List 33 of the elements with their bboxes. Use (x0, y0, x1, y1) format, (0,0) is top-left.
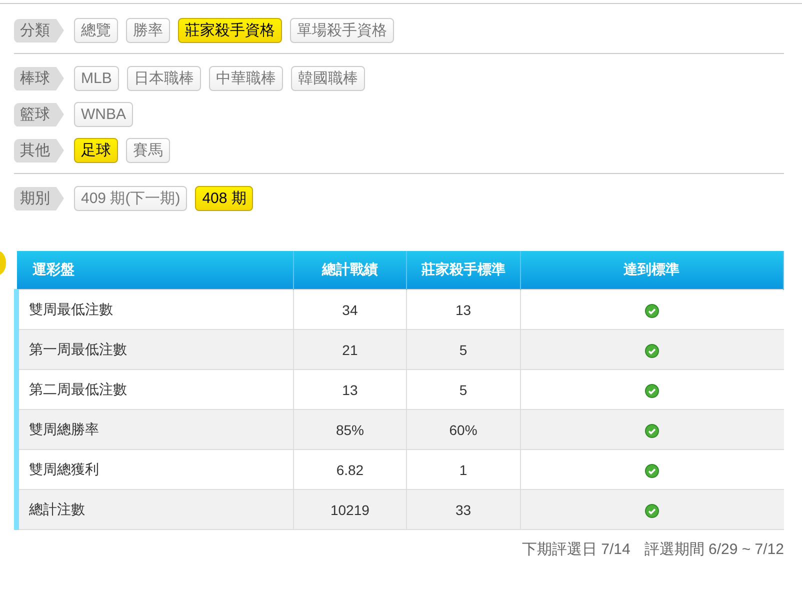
column-header: 總計戰績 (294, 251, 407, 290)
filter-option[interactable]: WNBA (74, 102, 133, 127)
filter-option[interactable]: 409 期(下一期) (74, 186, 188, 211)
next-date-text: 下期評選日 7/14 (522, 540, 630, 559)
filter-option[interactable]: 中華職棒 (208, 66, 283, 91)
filter-option[interactable]: 足球 (74, 138, 118, 163)
filter-option[interactable]: 韓國職棒 (290, 66, 365, 91)
filter-option[interactable]: 408 期 (195, 186, 254, 211)
column-header: 莊家殺手標準 (406, 251, 521, 290)
filter-option[interactable]: MLB (74, 66, 119, 91)
filter-option[interactable]: 總覽 (74, 18, 118, 43)
column-header: 達到標準 (520, 251, 784, 290)
check-icon (644, 384, 659, 398)
filter-label: 籃球 (14, 102, 64, 126)
filter-option[interactable]: 單場殺手資格 (290, 18, 394, 43)
check-icon (644, 464, 659, 478)
filter-label: 分類 (14, 18, 64, 42)
period-text: 評選期間 6/29 ~ 7/12 (644, 540, 784, 559)
filter-label: 期別 (14, 186, 64, 210)
column-header: 運彩盤 (16, 251, 294, 290)
filter-label: 其他 (14, 138, 64, 162)
filter-option[interactable]: 莊家殺手資格 (178, 18, 282, 43)
filter-label: 棒球 (14, 66, 64, 90)
table-cell: 總計注數 (16, 490, 294, 530)
filter-option[interactable]: 賽馬 (126, 138, 170, 163)
filter-option[interactable]: 日本職棒 (126, 66, 201, 91)
check-icon (644, 424, 659, 438)
check-icon (644, 304, 659, 318)
table-cell: 10219 (294, 490, 407, 530)
filter-option[interactable]: 勝率 (126, 18, 170, 43)
check-icon (644, 504, 659, 518)
check-icon (644, 344, 659, 358)
table-cell: 33 (406, 490, 521, 530)
